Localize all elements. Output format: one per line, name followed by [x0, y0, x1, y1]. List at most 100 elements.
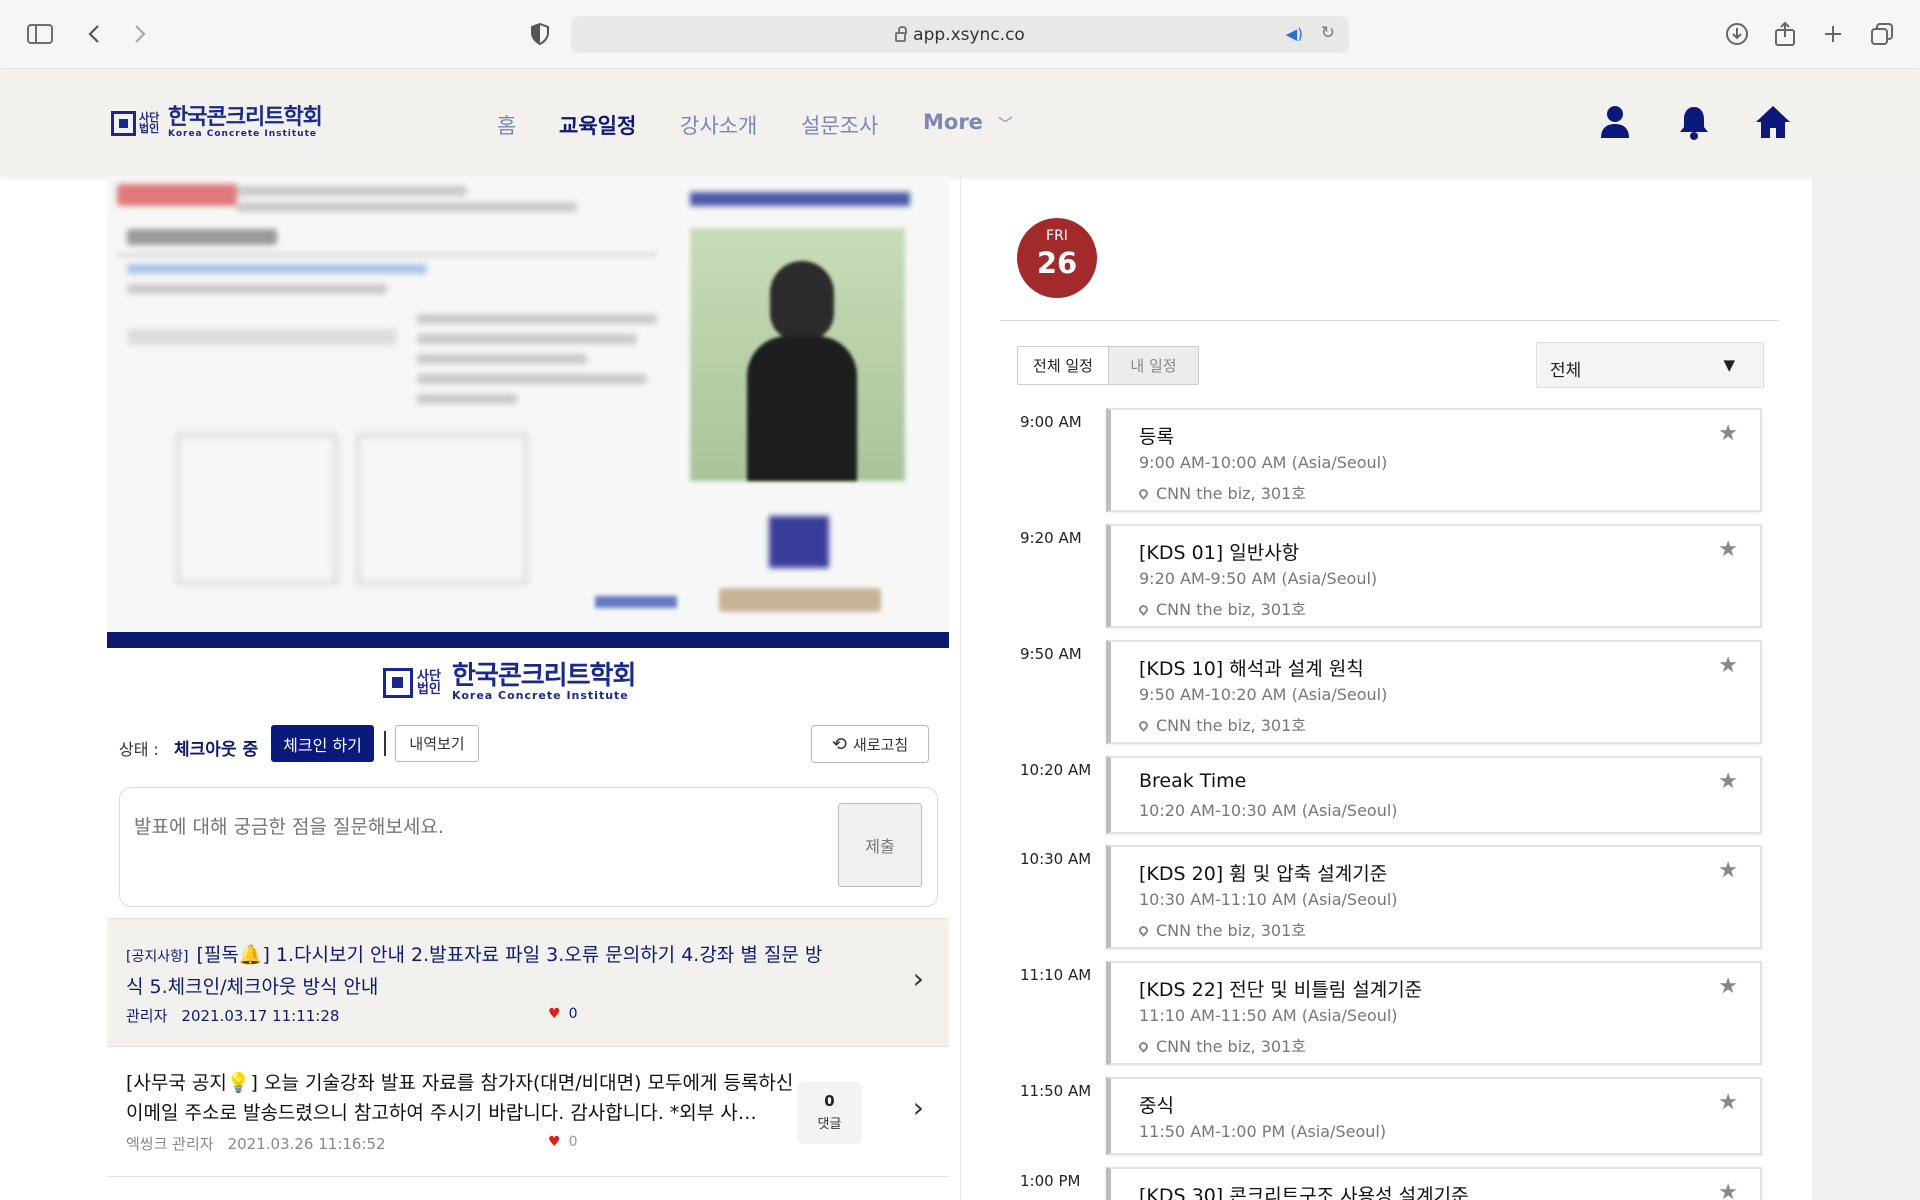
lock-icon [895, 25, 908, 42]
post-likes[interactable]: ♥ 0 [548, 1134, 577, 1150]
session-card[interactable]: [KDS 22] 전단 및 비틀림 설계기준 11:10 AM-11:50 AM… [1106, 961, 1762, 1065]
session-card[interactable]: [KDS 10] 해석과 설계 원칙 9:50 AM-10:20 AM (Asi… [1106, 640, 1762, 744]
qr-code-icon [769, 516, 829, 568]
nav-survey[interactable]: 설문조사 [801, 110, 878, 140]
org-logo-name: 한국콘크리트학회 [452, 661, 636, 691]
star-icon[interactable]: ★ [1718, 1090, 1738, 1115]
star-icon[interactable]: ★ [1718, 653, 1738, 678]
comment-label: 댓글 [817, 1117, 842, 1132]
share-icon[interactable] [1769, 18, 1801, 50]
filter-value: 전체 [1550, 361, 1582, 381]
comment-count-box: 0 댓글 [797, 1082, 862, 1144]
home-icon[interactable] [1754, 103, 1792, 141]
date-day: 26 [1036, 246, 1078, 280]
history-button[interactable]: 내역보기 [395, 725, 479, 762]
star-icon[interactable]: ★ [1718, 421, 1738, 446]
star-icon[interactable]: ★ [1718, 537, 1738, 562]
session-time: 10:30 AM-11:10 AM (Asia/Seoul) [1139, 890, 1398, 909]
video-player[interactable] [107, 176, 949, 632]
pin-icon [1137, 487, 1150, 500]
tab-my-schedule[interactable]: 내 일정 [1109, 347, 1198, 384]
nav-schedule[interactable]: 교육일정 [559, 110, 636, 140]
list-item[interactable]: [사무국 공지💡] 오늘 기술강좌 발표 자료를 참가자(대면/비대면) 모두에… [107, 1046, 949, 1176]
question-input[interactable] [134, 816, 784, 838]
post-author: 엑씽크 관리자 [126, 1135, 214, 1153]
reload-icon[interactable]: ↻ [1321, 23, 1335, 43]
checkin-status-row: 상태 : 체크아웃 중 체크인 하기 내역보기 ⟲ 새로고침 [119, 725, 929, 765]
post-tag: [공지사항] [126, 949, 189, 965]
address-bar[interactable]: app.xsync.co ◀) ↻ [571, 16, 1349, 53]
session-card[interactable]: [KDS 01] 일반사항 9:20 AM-9:50 AM (Asia/Seou… [1106, 524, 1762, 628]
person-icon[interactable] [1596, 103, 1634, 141]
time-label: 9:20 AM [1020, 529, 1082, 547]
session-title: Break Time [1139, 770, 1247, 792]
session-location-text: CNN the biz, 301호 [1156, 921, 1306, 940]
refresh-icon: ⟲ [831, 733, 847, 755]
speaker-icon[interactable]: ◀) [1286, 25, 1303, 43]
sidebar-toggle-icon[interactable] [24, 18, 56, 50]
refresh-button[interactable]: ⟲ 새로고침 [811, 725, 929, 763]
post-meta: 엑씽크 관리자 2021.03.26 11:16:52 [126, 1133, 386, 1154]
submit-button[interactable]: 제출 [838, 803, 922, 887]
star-icon[interactable]: ★ [1718, 769, 1738, 794]
time-label: 9:00 AM [1020, 413, 1082, 431]
session-card[interactable]: 중식 11:50 AM-1:00 PM (Asia/Seoul) ★ [1106, 1077, 1762, 1155]
star-icon[interactable]: ★ [1718, 1180, 1738, 1200]
browser-toolbar: app.xsync.co ◀) ↻ [0, 0, 1920, 69]
session-title: [KDS 22] 전단 및 비틀림 설계기준 [1139, 979, 1423, 1001]
session-title: [KDS 10] 해석과 설계 원칙 [1139, 658, 1364, 680]
tab-overview-icon[interactable] [1866, 18, 1898, 50]
session-title: 중식 [1139, 1095, 1174, 1117]
time-label: 11:50 AM [1020, 1082, 1092, 1100]
video-bottom-band [107, 632, 949, 648]
bell-icon[interactable] [1675, 103, 1713, 141]
logo-name: 한국콘크리트학회 [168, 105, 323, 130]
session-title: [KDS 01] 일반사항 [1139, 542, 1300, 564]
privacy-shield-icon[interactable] [524, 18, 556, 50]
notice-post[interactable]: [공지사항] [필독🔔] 1.다시보기 안내 2.발표자료 파일 3.오류 문의하… [107, 918, 949, 1046]
chevron-right-icon[interactable]: › [913, 962, 924, 995]
session-card[interactable]: Break Time 10:20 AM-10:30 AM (Asia/Seoul… [1106, 756, 1762, 834]
status-label: 상태 : [119, 740, 159, 759]
time-label: 11:10 AM [1020, 966, 1092, 984]
new-tab-icon[interactable] [1817, 18, 1849, 50]
question-box: 제출 [119, 787, 938, 907]
post-date: 2021.03.17 11:11:28 [181, 1007, 340, 1025]
session-location: CNN the biz, 301호 [1137, 917, 1306, 941]
session-title: [KDS 30] 콘크리트구조 사용성 설계기준 [1139, 1185, 1469, 1200]
org-logo: 사단법인 한국콘크리트학회 Korea Concrete Institute [383, 661, 636, 702]
session-card[interactable]: [KDS 20] 휨 및 압축 설계기준 10:30 AM-11:10 AM (… [1106, 845, 1762, 949]
caret-down-icon: ▼ [1723, 356, 1735, 374]
session-card[interactable]: [KDS 30] 콘크리트구조 사용성 설계기준 ★ [1106, 1167, 1762, 1200]
session-card[interactable]: 등록 9:00 AM-10:00 AM (Asia/Seoul) CNN the… [1106, 408, 1762, 512]
org-logo-mark-icon [383, 667, 413, 698]
post-meta: 관리자 2021.03.17 11:11:28 [126, 1005, 339, 1026]
status-value: 체크아웃 중 [174, 740, 259, 760]
time-label: 10:20 AM [1020, 761, 1092, 779]
time-label: 1:00 PM [1020, 1172, 1081, 1190]
nav-home[interactable]: 홈 [497, 110, 516, 140]
session-location-text: CNN the biz, 301호 [1156, 716, 1306, 735]
session-time: 11:50 AM-1:00 PM (Asia/Seoul) [1139, 1122, 1387, 1141]
nav-more-label: More [923, 110, 983, 134]
tab-all-schedule[interactable]: 전체 일정 [1018, 347, 1109, 384]
post-likes[interactable]: ♥ 0 [548, 1006, 577, 1022]
session-location: CNN the biz, 301호 [1137, 480, 1306, 504]
forward-icon[interactable] [124, 18, 156, 50]
nav-instructors[interactable]: 강사소개 [680, 110, 757, 140]
nav-more[interactable]: More ﹀ [923, 110, 1012, 134]
session-title: 등록 [1139, 426, 1174, 448]
logo-mark-icon [111, 110, 136, 136]
list-item-partial[interactable] [107, 1176, 949, 1200]
checkin-button[interactable]: 체크인 하기 [271, 725, 374, 762]
site-logo[interactable]: 사단법인 한국콘크리트학회 Korea Concrete Institute [111, 105, 323, 139]
star-icon[interactable]: ★ [1718, 974, 1738, 999]
chevron-right-icon[interactable]: › [913, 1091, 924, 1124]
back-icon[interactable] [78, 18, 110, 50]
date-divider [1001, 320, 1779, 321]
download-icon[interactable] [1721, 18, 1753, 50]
filter-select[interactable]: 전체 ▼ [1536, 342, 1764, 388]
star-icon[interactable]: ★ [1718, 858, 1738, 883]
pin-icon [1137, 924, 1150, 937]
comment-count: 0 [824, 1092, 835, 1110]
